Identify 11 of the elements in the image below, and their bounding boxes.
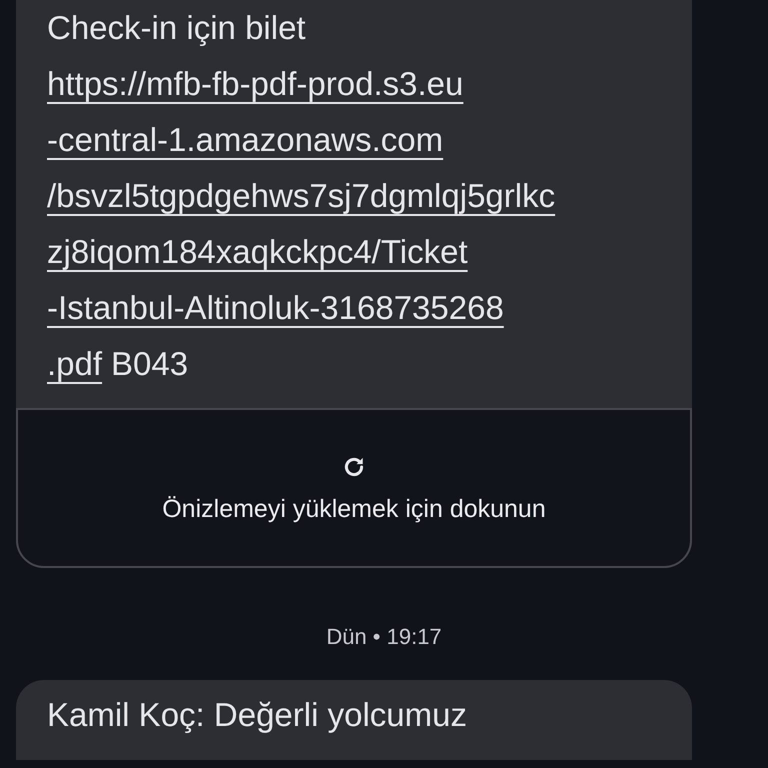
message-text: Check-in için bilet [47,8,307,48]
link[interactable]: -Istanbul-Altinoluk-3168735268 [47,289,504,326]
link[interactable]: .pdf [47,345,102,382]
timestamp: Dün • 19:17 [325,624,443,650]
link[interactable]: zj8iqom184xaqkckpc4/Ticket [47,233,468,270]
message-text: Kamil Koç: Değerli yolcumuz [47,696,467,733]
preview-button[interactable]: Önizlemeyi yüklemek için dokunun [16,408,692,568]
link[interactable]: https://mfb-fb-pdf-prod.s3.eu [47,65,464,102]
link[interactable]: -central-1.amazonaws.com [47,121,444,158]
message-text: B043 [111,345,188,382]
link[interactable]: /bsvzl5tgpdgehws7sj7dgmlqj5grlkc [47,177,556,214]
